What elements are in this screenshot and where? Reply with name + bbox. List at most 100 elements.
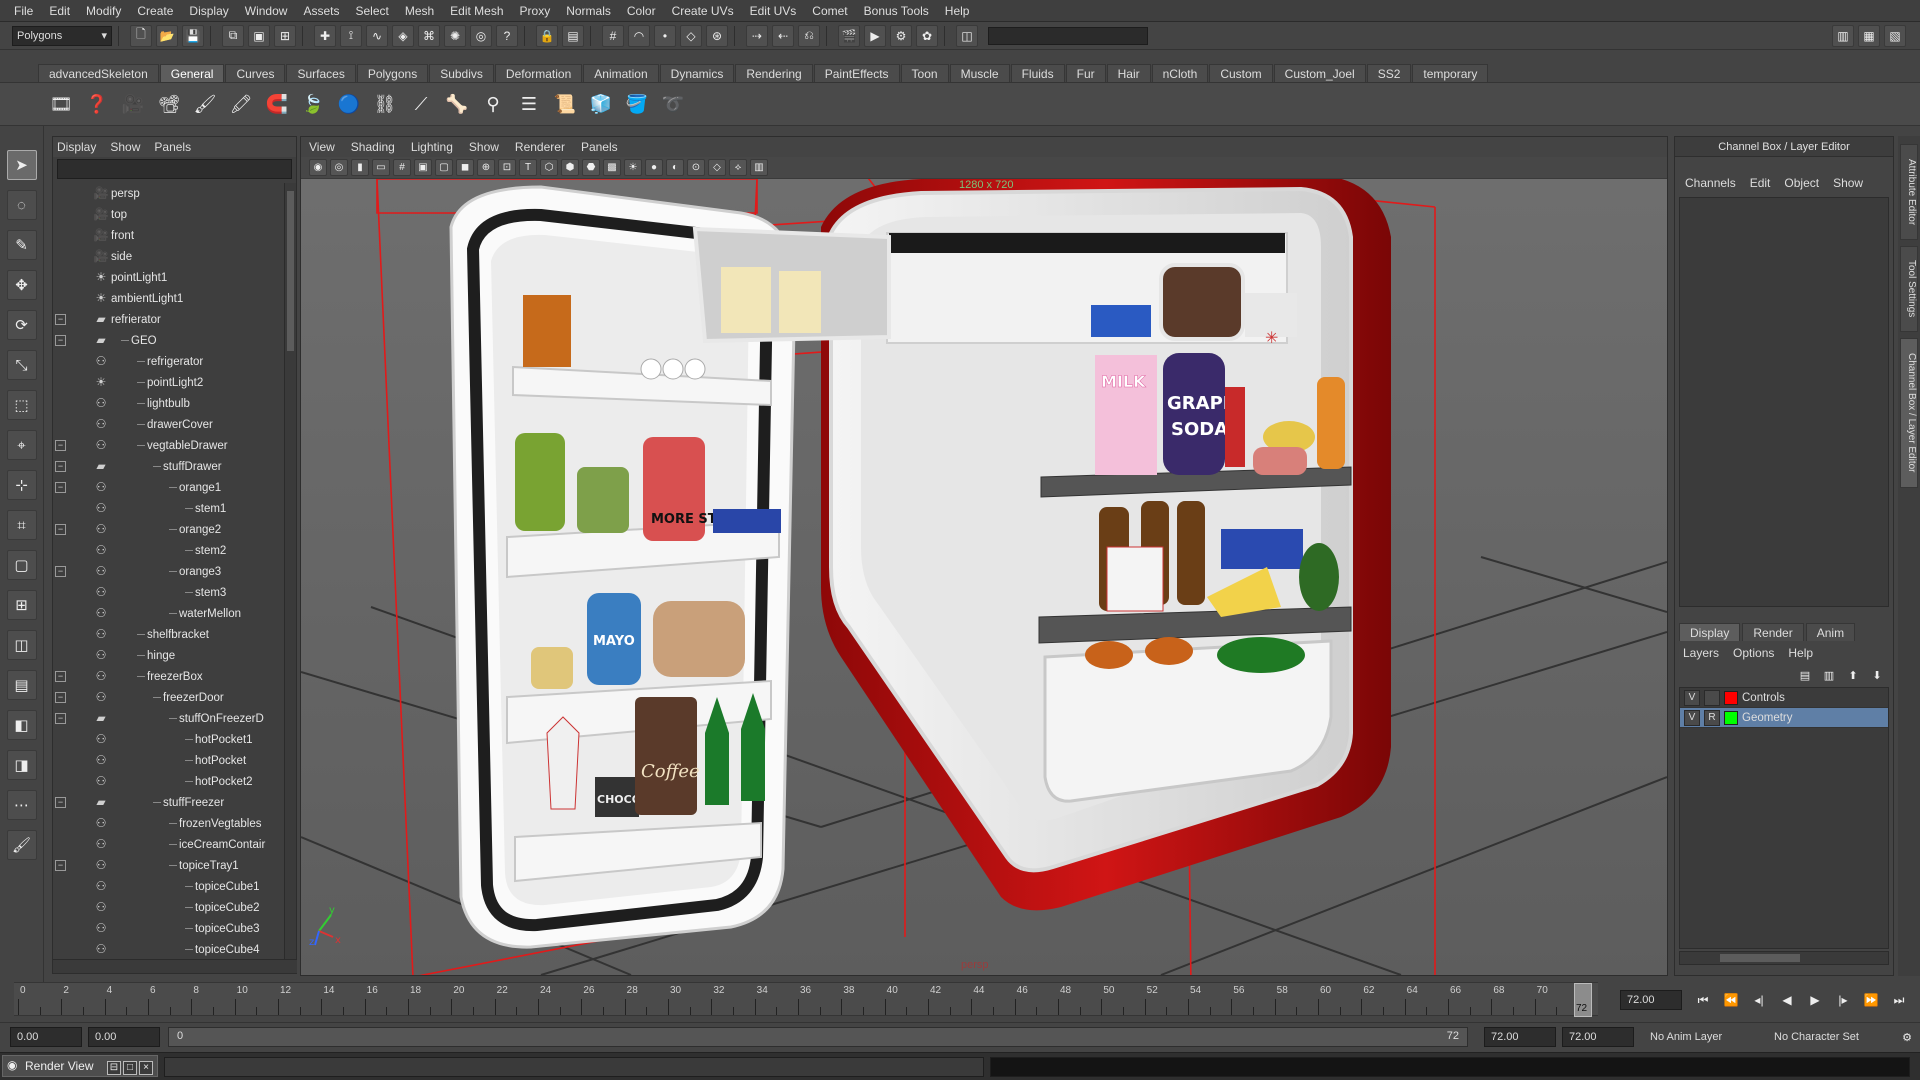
toggle-tool-settings-icon[interactable]: ▦ (1858, 25, 1880, 47)
output-ops-icon[interactable]: ⇠ (772, 24, 794, 47)
menu-create[interactable]: Create (129, 4, 181, 18)
move-tool-icon[interactable]: ✥ (6, 270, 37, 300)
render-icon[interactable]: 🎥 (118, 89, 148, 119)
shelf-tab-fur[interactable]: Fur (1065, 64, 1106, 82)
shadows-icon[interactable]: ● (645, 159, 663, 176)
visibility-toggle[interactable]: V (1684, 709, 1700, 726)
cube-icon[interactable]: 🧊 (586, 89, 616, 119)
new-layer-icon[interactable]: ▤ (1795, 666, 1815, 684)
toggle-channel-box-icon[interactable]: ▧ (1884, 25, 1906, 47)
field-chart-icon[interactable]: ⊕ (477, 159, 495, 176)
shelf-tab-fluids[interactable]: Fluids (1010, 64, 1065, 82)
restore-icon[interactable]: ⊟ (107, 1061, 121, 1075)
viewport-menu-lighting[interactable]: Lighting (411, 140, 453, 154)
outliner-item[interactable]: ⚇ topiceCube4 (53, 939, 289, 959)
menu-display[interactable]: Display (181, 4, 236, 18)
leaf-icon[interactable]: 🍃 (298, 89, 328, 119)
select-hierarchy-icon[interactable]: ⧉ (222, 24, 244, 47)
outliner-item[interactable]: ⚇ drawerCover (53, 414, 289, 435)
layout-single-icon[interactable]: ▢ (6, 550, 37, 580)
mask-handles-icon[interactable]: ✚ (314, 24, 336, 47)
layer-scrollbar[interactable] (1679, 951, 1889, 965)
maximize-icon[interactable]: □ (123, 1061, 137, 1075)
playback-end-field[interactable]: 72.00 (1484, 1027, 1556, 1047)
layout-four-icon[interactable]: ⊞ (6, 590, 37, 620)
display-type-toggle[interactable] (1704, 689, 1720, 706)
outliner-item[interactable]: ⚇ iceCreamContair (53, 834, 289, 855)
bind-skin-icon[interactable]: ⚲ (478, 89, 508, 119)
expand-collapse-icon[interactable]: − (55, 461, 66, 472)
image-plane-icon[interactable]: ▭ (372, 159, 390, 176)
help-icon[interactable]: ❓ (82, 89, 112, 119)
lock-selection-icon[interactable]: 🔒 (536, 24, 558, 47)
select-tool-icon[interactable]: ➤ (6, 150, 37, 180)
channel-menu-object[interactable]: Object (1784, 176, 1819, 190)
layer-menu-options[interactable]: Options (1733, 646, 1774, 660)
outliner-item[interactable]: ⚇ hotPocket2 (53, 771, 289, 792)
safe-title-icon[interactable]: T (519, 159, 537, 176)
layer-tab-render[interactable]: Render (1742, 623, 1804, 641)
expand-collapse-icon[interactable]: − (55, 797, 66, 808)
expand-collapse-icon[interactable]: − (55, 860, 66, 871)
ipr-render-icon[interactable]: ▶ (864, 24, 886, 47)
shelf-tab-general[interactable]: General (159, 64, 225, 82)
menu-mesh[interactable]: Mesh (397, 4, 442, 18)
menu-edit-uvs[interactable]: Edit UVs (742, 4, 805, 18)
preferences-icon[interactable]: ⚙ (1898, 1027, 1916, 1047)
toggle-attribute-editor-icon[interactable]: ▥ (1832, 25, 1854, 47)
new-scene-icon[interactable]: 🗋 (130, 24, 152, 47)
channel-menu-edit[interactable]: Edit (1750, 176, 1771, 190)
render-view-taskbar-item[interactable]: ◉ Render View ⊟ □ × (2, 1055, 158, 1077)
menu-create-uvs[interactable]: Create UVs (664, 4, 742, 18)
list-icon[interactable]: ☰ (514, 89, 544, 119)
layout-hypershade-icon[interactable]: ◨ (6, 750, 37, 780)
brush-icon[interactable]: 🖍 (226, 89, 256, 119)
expand-collapse-icon[interactable]: − (55, 440, 66, 451)
menu-color[interactable]: Color (619, 4, 664, 18)
outliner-hscrollbar[interactable] (53, 959, 297, 973)
mask-curves-icon[interactable]: ∿ (366, 24, 388, 47)
layer-tab-anim[interactable]: Anim (1805, 623, 1856, 641)
render-frame-icon[interactable]: 🎬 (838, 24, 860, 47)
quick-input-field[interactable] (988, 26, 1148, 45)
snap-curve-icon[interactable]: ◠ (628, 24, 650, 47)
viewport-menu-view[interactable]: View (309, 140, 335, 154)
resolution-gate-icon[interactable]: ▢ (435, 159, 453, 176)
outliner-item[interactable]: ⚇ topiceCube2 (53, 897, 289, 918)
shelf-tab-ss2[interactable]: SS2 (1366, 64, 1412, 82)
xray-icon[interactable]: ◇ (708, 159, 726, 176)
menu-proxy[interactable]: Proxy (512, 4, 559, 18)
shelf-tab-surfaces[interactable]: Surfaces (286, 64, 356, 82)
show-manipulator-icon[interactable]: ⊹ (6, 470, 37, 500)
expand-collapse-icon[interactable]: − (55, 335, 66, 346)
outliner-item[interactable]: − ⚇ freezerDoor (53, 687, 289, 708)
outliner-item[interactable]: ⚇ frozenVegtables (53, 813, 289, 834)
outliner-item[interactable]: ⚇ topiceCube3 (53, 918, 289, 939)
menu-window[interactable]: Window (237, 4, 296, 18)
input-field-type-icon[interactable]: ◫ (956, 24, 978, 47)
layer-menu-help[interactable]: Help (1788, 646, 1813, 660)
move-layer-up-icon[interactable]: ⬆ (1843, 666, 1863, 684)
mask-dynamics-icon[interactable]: ✺ (444, 24, 466, 47)
outliner-item[interactable]: − ⚇ vegtableDrawer (53, 435, 289, 456)
viewport-menu-panels[interactable]: Panels (581, 140, 618, 154)
outliner-item[interactable]: − ▰ stuffOnFreezerD (53, 708, 289, 729)
layout-custom-icon[interactable]: ⋯ (6, 790, 37, 820)
layer-row[interactable]: V R Geometry (1680, 708, 1888, 728)
outliner-item[interactable]: ⚇ stem1 (53, 498, 289, 519)
outliner-item[interactable]: ⚇ lightbulb (53, 393, 289, 414)
shelf-tab-advancedskeleton[interactable]: advancedSkeleton (38, 64, 159, 82)
wireframe-on-shaded-icon[interactable]: ⬣ (582, 159, 600, 176)
animation-start-field[interactable]: 0.00 (10, 1027, 82, 1047)
outliner-item[interactable]: ☀ ambientLight1 (53, 288, 289, 309)
character-set-dropdown[interactable]: No Character Set (1768, 1027, 1898, 1047)
channel-menu-show[interactable]: Show (1833, 176, 1863, 190)
visibility-toggle[interactable]: V (1684, 689, 1700, 706)
menu-select[interactable]: Select (347, 4, 396, 18)
isolate-select-icon[interactable]: ⊙ (687, 159, 705, 176)
layer-row[interactable]: V Controls (1680, 688, 1888, 708)
shelf-tab-animation[interactable]: Animation (583, 64, 659, 82)
rotate-tool-icon[interactable]: ⟳ (6, 310, 37, 340)
skeleton-icon[interactable]: 🦴 (442, 89, 472, 119)
layer-color-swatch[interactable] (1724, 710, 1738, 725)
